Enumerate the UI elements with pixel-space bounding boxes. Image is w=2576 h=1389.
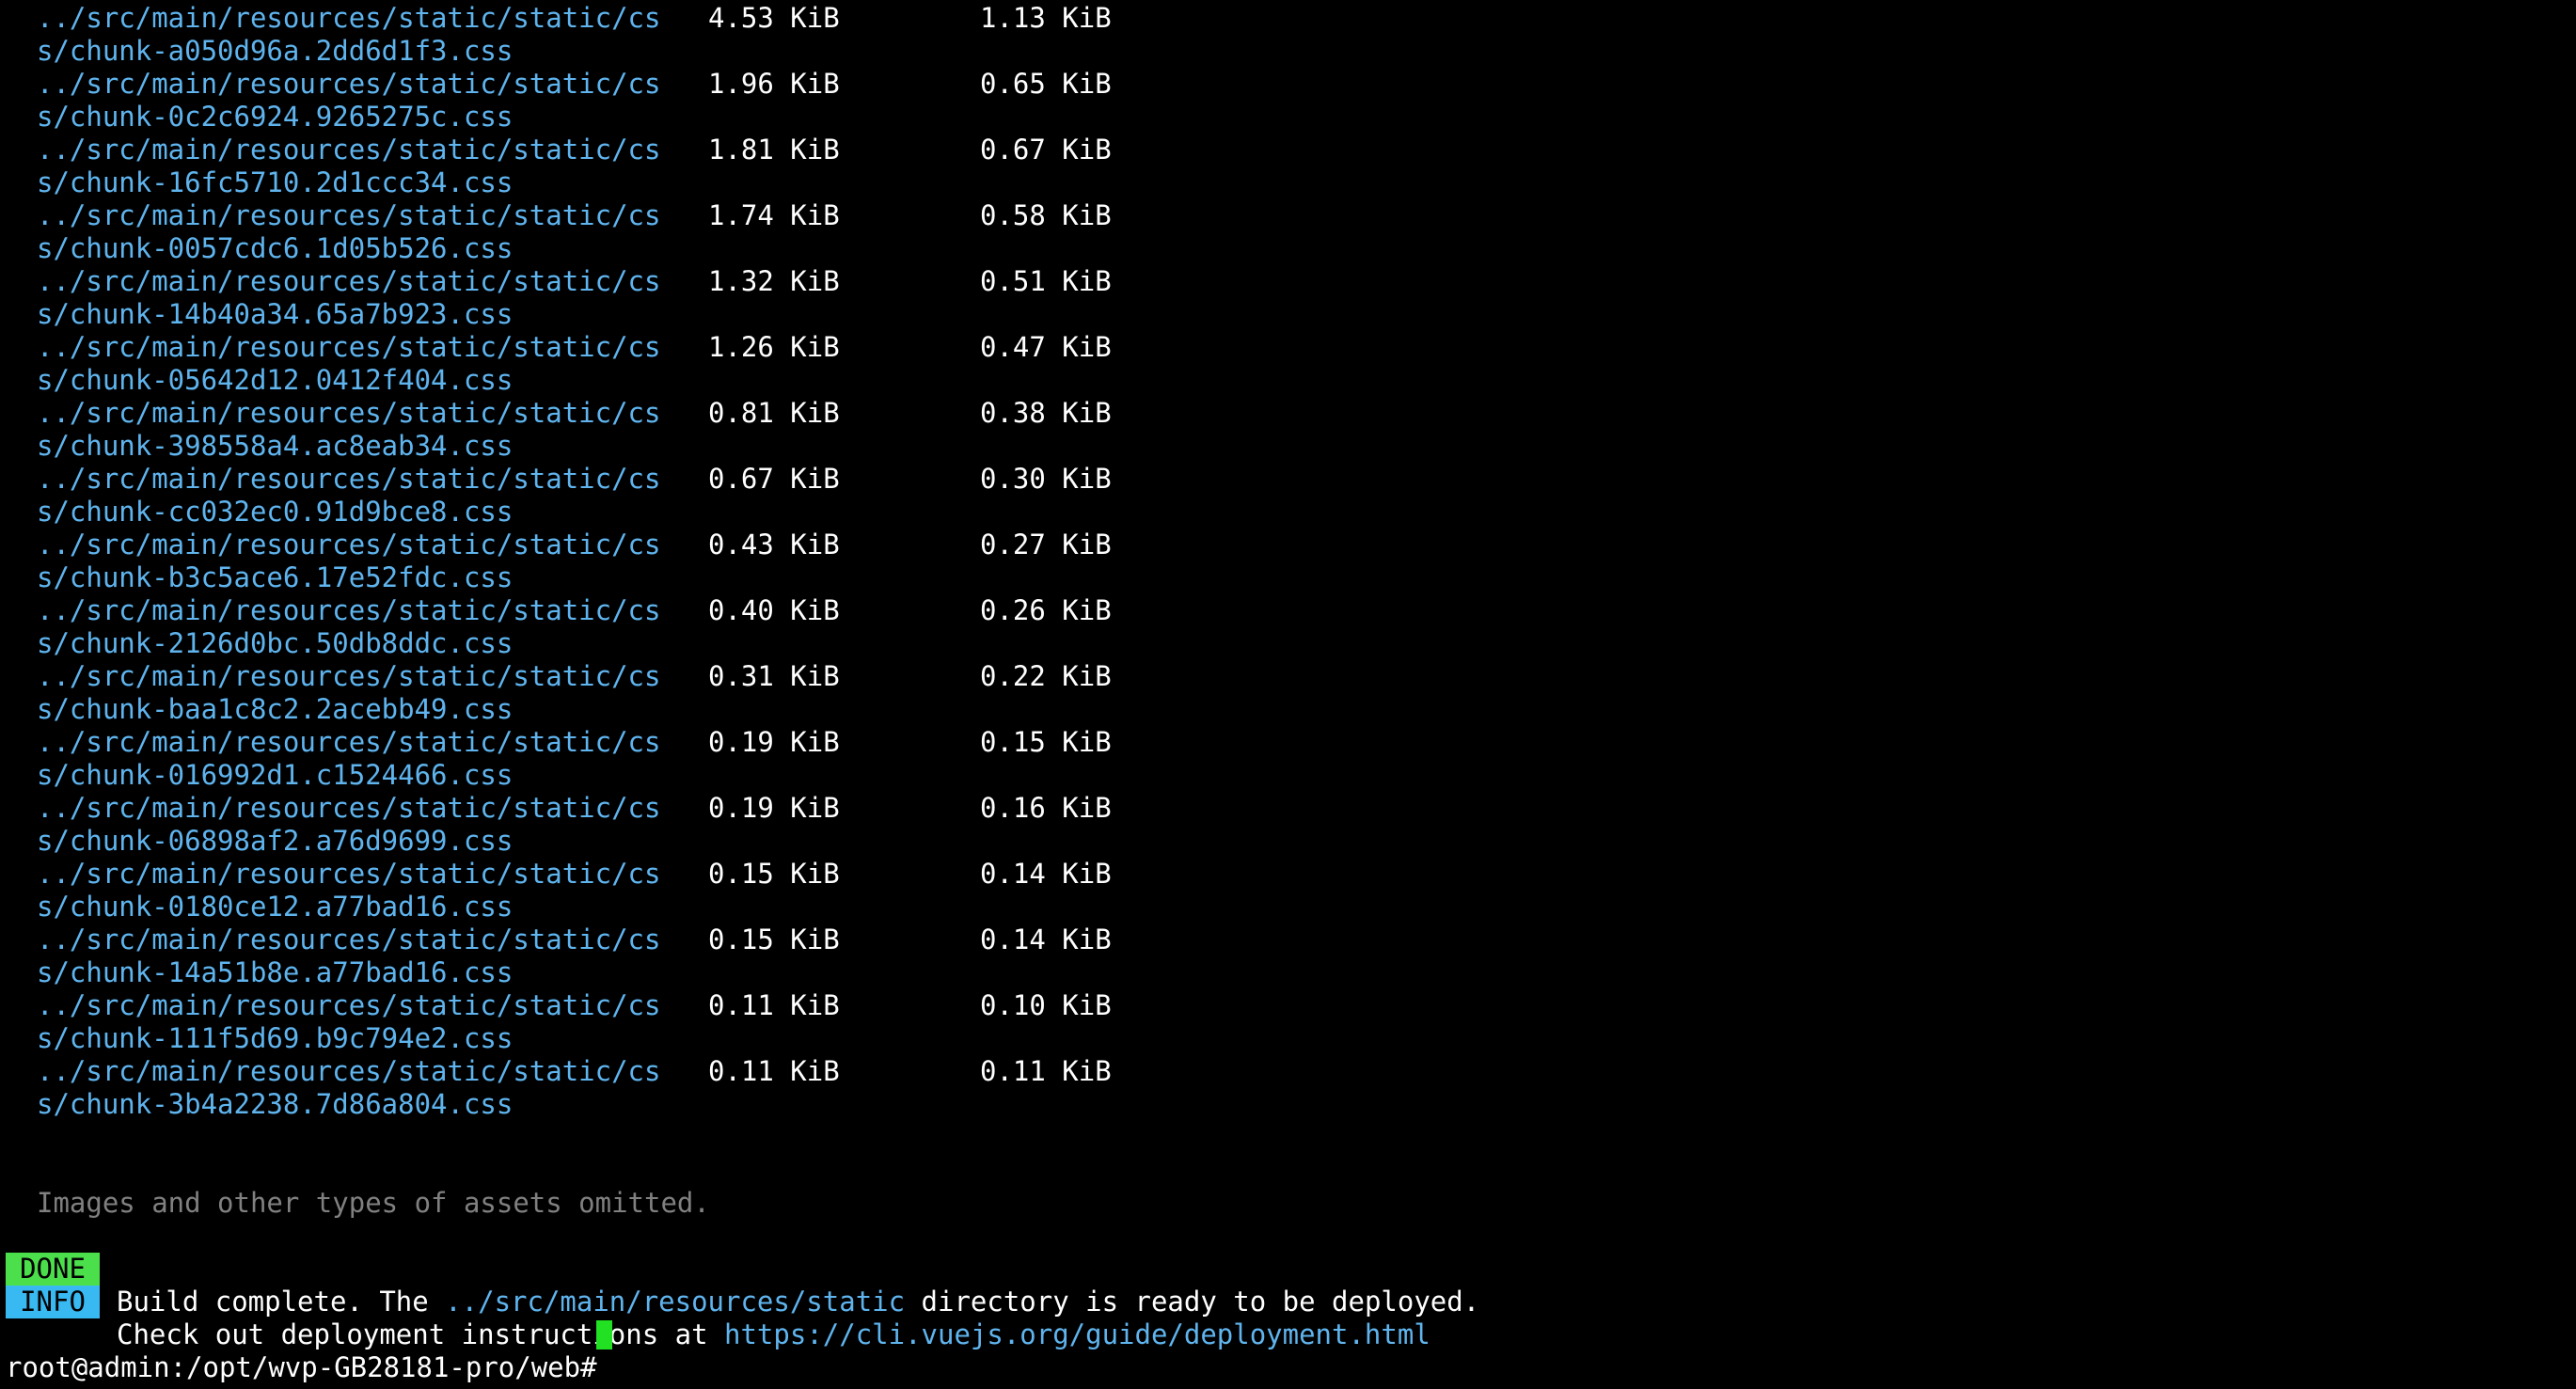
asset-gzipped-size: 0.38 KiB xyxy=(980,397,1112,429)
asset-path: ../src/main/resources/static/static/cs xyxy=(37,923,661,955)
asset-path: ../src/main/resources/static/static/cs xyxy=(37,858,661,890)
asset-path-continuation: s/chunk-baa1c8c2.2acebb49.css xyxy=(37,693,514,725)
asset-path-continuation: s/chunk-016992d1.c1524466.css xyxy=(37,759,514,791)
asset-size: 0.11 KiB xyxy=(708,989,840,1021)
asset-size: 0.15 KiB xyxy=(708,923,840,955)
asset-path: ../src/main/resources/static/static/cs xyxy=(37,463,661,495)
asset-size: 0.15 KiB xyxy=(708,858,840,890)
done-message: Build complete. The ../src/main/resource… xyxy=(117,1286,1479,1318)
asset-path-continuation: s/chunk-06898af2.a76d9699.css xyxy=(37,825,514,857)
info-line: INFO Check out deployment instructions a… xyxy=(0,1253,1430,1350)
asset-path-continuation: s/chunk-b3c5ace6.17e52fdc.css xyxy=(37,561,514,593)
asset-path-continuation: s/chunk-0c2c6924.9265275c.css xyxy=(37,101,514,133)
asset-path: ../src/main/resources/static/static/cs xyxy=(37,134,661,166)
asset-path-continuation: s/chunk-14b40a34.65a7b923.css xyxy=(37,298,514,330)
asset-gzipped-size: 0.67 KiB xyxy=(980,134,1112,166)
asset-path: ../src/main/resources/static/static/cs xyxy=(37,68,661,100)
asset-gzipped-size: 0.16 KiB xyxy=(980,792,1112,824)
asset-size: 0.31 KiB xyxy=(708,660,840,692)
asset-gzipped-size: 0.47 KiB xyxy=(980,331,1112,363)
asset-size: 0.81 KiB xyxy=(708,397,840,429)
asset-path: ../src/main/resources/static/static/cs xyxy=(37,989,661,1021)
asset-path-continuation: s/chunk-16fc5710.2d1ccc34.css xyxy=(37,166,514,198)
asset-size: 0.43 KiB xyxy=(708,529,840,560)
asset-size: 1.26 KiB xyxy=(708,331,840,363)
asset-gzipped-size: 0.11 KiB xyxy=(980,1055,1112,1087)
asset-gzipped-size: 0.27 KiB xyxy=(980,529,1112,560)
asset-gzipped-size: 1.13 KiB xyxy=(980,2,1112,34)
info-badge: INFO xyxy=(6,1286,100,1318)
asset-gzipped-size: 0.30 KiB xyxy=(980,463,1112,495)
asset-path-continuation: s/chunk-3b4a2238.7d86a804.css xyxy=(37,1088,514,1120)
asset-path-continuation: s/chunk-0057cdc6.1d05b526.css xyxy=(37,232,514,264)
asset-size: 1.96 KiB xyxy=(708,68,840,100)
asset-path: ../src/main/resources/static/static/cs xyxy=(37,726,661,758)
asset-size: 1.74 KiB xyxy=(708,199,840,231)
asset-path: ../src/main/resources/static/static/cs xyxy=(37,1055,661,1087)
asset-path: ../src/main/resources/static/static/cs xyxy=(37,660,661,692)
asset-size: 1.32 KiB xyxy=(708,265,840,297)
asset-gzipped-size: 0.58 KiB xyxy=(980,199,1112,231)
asset-gzipped-size: 0.22 KiB xyxy=(980,660,1112,692)
info-message: Check out deployment instructions at htt… xyxy=(117,1318,1430,1351)
asset-path-continuation: s/chunk-111f5d69.b9c794e2.css xyxy=(37,1022,514,1054)
asset-path-continuation: s/chunk-398558a4.ac8eab34.css xyxy=(37,430,514,462)
asset-gzipped-size: 0.51 KiB xyxy=(980,265,1112,297)
done-line: DONE Build complete. The ../src/main/res… xyxy=(0,1220,1479,1318)
asset-path-continuation: s/chunk-14a51b8e.a77bad16.css xyxy=(37,956,514,988)
asset-path: ../src/main/resources/static/static/cs xyxy=(37,2,661,34)
asset-size: 0.67 KiB xyxy=(708,463,840,495)
asset-size: 4.53 KiB xyxy=(708,2,840,34)
asset-size: 1.81 KiB xyxy=(708,134,840,166)
asset-path: ../src/main/resources/static/static/cs xyxy=(37,331,661,363)
omitted-note: Images and other types of assets omitted… xyxy=(37,1187,710,1219)
done-dir: ../src/main/resources/static xyxy=(445,1286,906,1318)
terminal-window[interactable]: ../src/main/resources/static/static/cs 4.… xyxy=(0,0,2576,1389)
asset-size: 0.40 KiB xyxy=(708,594,840,626)
asset-gzipped-size: 0.15 KiB xyxy=(980,726,1112,758)
shell-prompt: root@admin:/opt/wvp-GB28181-pro/web# xyxy=(6,1351,614,1383)
asset-gzipped-size: 0.10 KiB xyxy=(980,989,1112,1021)
asset-size: 0.11 KiB xyxy=(708,1055,840,1087)
asset-path: ../src/main/resources/static/static/cs xyxy=(37,199,661,231)
asset-path-continuation: s/chunk-cc032ec0.91d9bce8.css xyxy=(37,496,514,528)
terminal-cursor xyxy=(596,1320,612,1350)
asset-gzipped-size: 0.14 KiB xyxy=(980,858,1112,890)
omitted-note-line: Images and other types of assets omitted… xyxy=(0,1154,710,1219)
asset-gzipped-size: 0.14 KiB xyxy=(980,923,1112,955)
asset-path-continuation: s/chunk-2126d0bc.50db8ddc.css xyxy=(37,627,514,659)
asset-path: ../src/main/resources/static/static/cs xyxy=(37,265,661,297)
asset-size: 0.19 KiB xyxy=(708,726,840,758)
asset-gzipped-size: 0.26 KiB xyxy=(980,594,1112,626)
asset-path: ../src/main/resources/static/static/cs xyxy=(37,792,661,824)
done-text-before: Build complete. The xyxy=(117,1286,446,1318)
info-text: Check out deployment instructions at xyxy=(117,1318,725,1350)
deployment-link[interactable]: https://cli.vuejs.org/guide/deployment.h… xyxy=(724,1318,1430,1350)
asset-path-continuation: s/chunk-05642d12.0412f404.css xyxy=(37,364,514,396)
asset-path: ../src/main/resources/static/static/cs xyxy=(37,397,661,429)
done-text-after: directory is ready to be deployed. xyxy=(905,1286,1480,1318)
prompt-line[interactable]: root@admin:/opt/wvp-GB28181-pro/web# xyxy=(0,1318,612,1383)
asset-gzipped-size: 0.65 KiB xyxy=(980,68,1112,100)
asset-path: ../src/main/resources/static/static/cs xyxy=(37,594,661,626)
asset-path-continuation: s/chunk-0180ce12.a77bad16.css xyxy=(37,891,514,923)
asset-size: 0.19 KiB xyxy=(708,792,840,824)
asset-path-continuation: s/chunk-a050d96a.2dd6d1f3.css xyxy=(37,35,514,67)
asset-path: ../src/main/resources/static/static/cs xyxy=(37,529,661,560)
